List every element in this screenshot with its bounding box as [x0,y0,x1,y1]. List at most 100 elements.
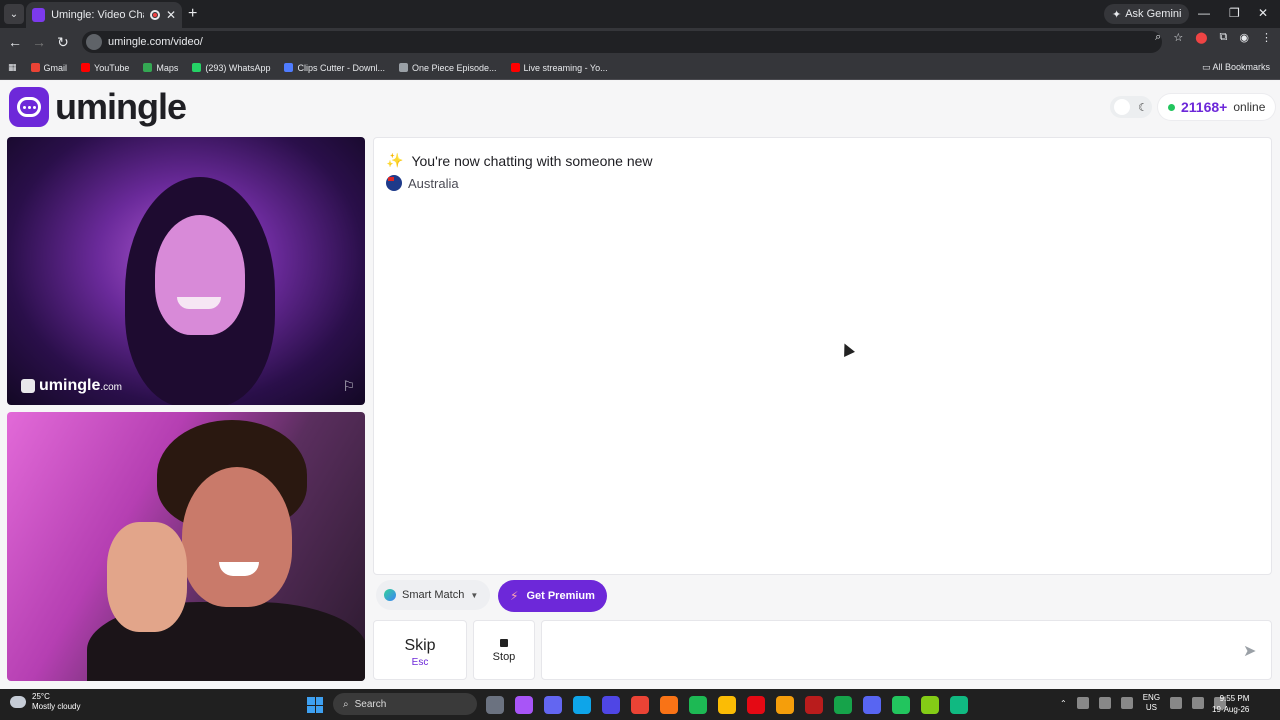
clock-time: 9:55 PM [1219,694,1250,703]
reload-icon[interactable]: ↻ [51,34,75,51]
live-streaming-icon [510,63,520,72]
chevron-up-icon[interactable]: ⌃ [1060,699,1067,708]
theme-toggle[interactable]: ☾ [1110,96,1152,118]
teams-icon[interactable] [544,696,562,714]
discord-icon[interactable] [863,696,881,714]
tray-app-icon-2[interactable] [1098,697,1111,709]
stop-button[interactable]: Stop [473,620,535,680]
bookmark-maps[interactable]: Maps [143,63,178,73]
folder-icon: ▭ [1201,62,1213,72]
chat-system-message: ✨ You're now chatting with someone new A… [386,152,653,191]
taskbar-search-label: Search [354,698,387,710]
bookmark-star-icon[interactable]: ☆ [1173,31,1183,44]
bookmark-youtube[interactable]: YouTube [81,63,129,73]
language-bottom: US [1145,703,1157,712]
minimize-window-icon[interactable]: — [1198,6,1210,20]
volume-icon[interactable] [1192,697,1205,709]
moon-icon: ☾ [1138,101,1148,114]
mouse-cursor-icon [839,341,855,357]
lightning-icon: ⚡ [510,589,519,603]
close-window-icon[interactable]: ✕ [1258,6,1268,20]
apps-grid-icon[interactable]: ▦ [8,62,17,73]
restore-window-icon[interactable]: ❐ [1229,6,1240,20]
microphone-icon[interactable] [1120,697,1133,709]
stop-label: Stop [492,651,516,663]
skip-button[interactable]: Skip Esc [373,620,467,680]
spotify-icon[interactable] [689,696,707,714]
umingle-app-icon-2[interactable] [892,696,910,714]
send-icon[interactable]: ➤ [1243,641,1256,661]
smart-match-dropdown[interactable]: Smart Match ▼ [376,580,491,610]
umingle-favicon-icon [32,8,46,22]
chrome-icon[interactable] [631,696,649,714]
bookmark-one-piece[interactable]: One Piece Episode... [398,63,497,73]
bookmark-live-streaming[interactable]: Live streaming - Yo... [510,63,608,73]
extension-red-icon[interactable]: ⬤ [1195,31,1207,44]
online-label: online [1233,100,1266,114]
umingle-app-icon[interactable] [834,696,852,714]
clips-cutter-icon [284,63,294,72]
bookmark-clips-cutter[interactable]: Clips Cutter - Downl... [284,63,385,73]
language-indicator[interactable]: ENG US [1143,693,1160,713]
site-info-icon[interactable] [86,34,102,50]
logo-text: umingle [55,86,187,127]
tray-app-icon[interactable] [1076,697,1089,709]
edge-icon[interactable] [573,696,591,714]
chat-bubble-logo-icon [9,87,49,127]
all-bookmarks-button[interactable]: ▭ All Bookmarks [1202,62,1270,73]
tab-search-icon[interactable]: ⌄ [4,4,24,24]
system-clock[interactable]: 9:55 PM 19-Aug-26 [1212,693,1249,715]
browser-toolbar: ← → ↻ umingle.com/video/ ⌕ ☆ ⬤ ⧉ ◉ ⋮ [0,28,1280,56]
windows-taskbar: 25°C Mostly cloudy ⌕ Search ⌃ ENG US 9:5… [0,689,1280,720]
ask-gemini-button[interactable]: ✦ Ask Gemini [1104,4,1190,24]
url-text: umingle.com/video/ [108,36,203,48]
report-flag-icon[interactable]: ⚐ [342,378,355,395]
windows-start-icon[interactable] [307,697,323,713]
recorder-icon[interactable] [805,696,823,714]
app-icon-3[interactable] [950,696,968,714]
extensions-puzzle-icon[interactable]: ⧉ [1220,31,1228,44]
address-bar[interactable]: umingle.com/video/ [82,31,1162,53]
search-icon: ⌕ [343,698,349,710]
vlc-icon[interactable] [660,696,678,714]
smart-match-label: Smart Match [402,589,465,601]
partner-country: Australia [408,175,459,191]
youtube-icon [81,63,91,72]
netflix-icon[interactable] [747,696,765,714]
bookmark-whatsapp[interactable]: (293) WhatsApp [192,63,270,73]
watermark-text: umingle.com [39,377,123,394]
network-icon[interactable] [1170,697,1183,709]
app-icon[interactable] [602,696,620,714]
get-premium-button[interactable]: ⚡ Get Premium [498,580,607,612]
local-video [7,412,365,681]
taskbar-apps [486,696,968,714]
app-icon-2[interactable] [921,696,939,714]
umingle-logo[interactable]: umingle [9,86,187,128]
clock-date: 19-Aug-26 [1212,705,1250,714]
weather-temperature: 25°C [32,692,50,701]
gmail-icon [30,63,40,72]
new-tab-icon[interactable]: + [188,5,197,23]
local-hand [107,522,187,632]
whatsapp-icon [192,63,202,72]
message-input[interactable] [541,620,1272,680]
chrome-profile-icon[interactable] [718,696,736,714]
system-tray: ⌃ ENG US [1060,693,1227,713]
online-counter: 21168+ online [1158,94,1276,120]
forward-icon[interactable]: → [27,34,51,50]
file-explorer-icon[interactable] [776,696,794,714]
task-view-icon[interactable] [486,696,504,714]
profile-avatar-icon[interactable]: ◉ [1239,31,1249,44]
close-tab-icon[interactable]: ✕ [166,8,176,22]
browser-tab-active[interactable]: Umingle: Video Chat with St ✕ [26,2,182,28]
local-face [182,467,292,607]
chat-panel: ✨ You're now chatting with someone new A… [373,137,1272,575]
browser-menu-icon[interactable]: ⋮ [1261,31,1272,44]
copilot-icon[interactable] [515,696,533,714]
taskbar-search[interactable]: ⌕ Search [333,693,477,715]
zoom-icon[interactable]: ⌕ [1155,31,1161,44]
stop-icon [500,639,508,647]
bookmark-gmail[interactable]: Gmail [30,63,67,73]
back-icon[interactable]: ← [3,34,27,50]
weather-widget[interactable]: 25°C Mostly cloudy [10,692,80,712]
